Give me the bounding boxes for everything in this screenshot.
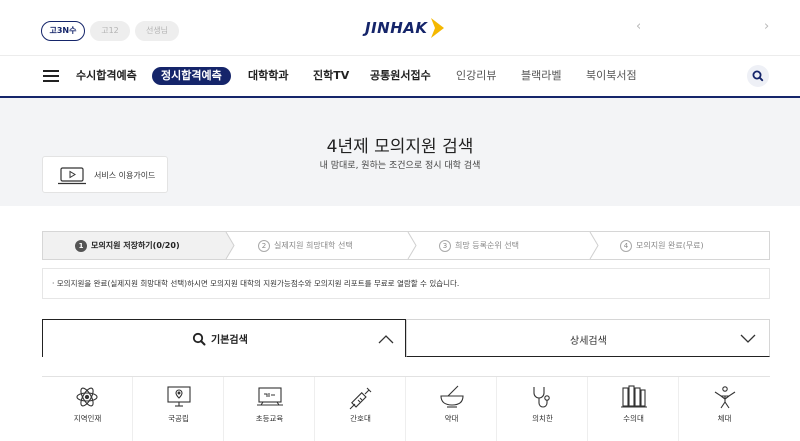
category-elementary-education[interactable]: 초등교육 bbox=[224, 377, 315, 441]
logo-text: JINHAK bbox=[365, 19, 428, 37]
category-physical-education[interactable]: 체대 bbox=[679, 377, 770, 441]
step-3: 3 희망 등록순위 선택 bbox=[439, 232, 519, 259]
step-2: 2 실제지원 희망대학 선택 bbox=[258, 232, 353, 259]
menu-jinhak-tv[interactable]: 진학TV bbox=[313, 67, 349, 85]
tab-detail-search[interactable]: 상세검색 bbox=[406, 319, 770, 357]
mortar-pestle-icon bbox=[440, 385, 464, 408]
tab-basic-search[interactable]: 기본검색 bbox=[42, 319, 406, 357]
blackboard-icon bbox=[257, 387, 283, 406]
tab-basic-label: 기본검색 bbox=[211, 335, 248, 346]
step-number: 3 bbox=[439, 239, 451, 252]
category-label: 국공립 bbox=[168, 414, 189, 423]
chevron-down-icon bbox=[740, 334, 756, 343]
category-veterinary[interactable]: 수의대 bbox=[588, 377, 679, 441]
service-guide-button[interactable]: 서비스 이용가이드 bbox=[42, 156, 168, 193]
category-national-public[interactable]: 국공립 bbox=[133, 377, 224, 441]
banner-next-arrow[interactable]: › bbox=[764, 19, 769, 34]
category-label: 초등교육 bbox=[255, 414, 284, 423]
banner-prev-arrow[interactable]: ‹ bbox=[636, 19, 641, 34]
step-1: 1 모의지원 저장하기(0/20) bbox=[43, 232, 226, 259]
tab-detail-label: 상세검색 bbox=[570, 336, 607, 347]
books-icon bbox=[621, 385, 647, 408]
menu-black-label[interactable]: 블랙라벨 bbox=[521, 67, 561, 85]
service-guide-label: 서비스 이용가이드 bbox=[94, 171, 156, 180]
progress-steps: 1 모의지원 저장하기(0/20) 2 실제지원 희망대학 선택 3 희망 등록… bbox=[42, 231, 770, 260]
menu-common-application[interactable]: 공통원서접수 bbox=[370, 67, 431, 85]
pill-grade12[interactable]: 고12 bbox=[90, 21, 130, 41]
step-label: 희망 등록순위 선택 bbox=[455, 241, 519, 250]
search-button[interactable] bbox=[747, 65, 769, 87]
category-label: 지역인재 bbox=[73, 414, 102, 423]
pill-grade3[interactable]: 고3N수 bbox=[41, 21, 85, 41]
monitor-pin-icon bbox=[167, 386, 191, 407]
stethoscope-icon bbox=[533, 387, 550, 408]
syringe-icon bbox=[349, 387, 372, 410]
jinhak-logo[interactable]: JINHAK bbox=[365, 16, 445, 40]
menu-lecture-review[interactable]: 인강리뷰 bbox=[456, 67, 496, 85]
main-navigation: 수시합격예측 정시합격예측 대학학과 진학TV 공통원서접수 인강리뷰 블랙라벨… bbox=[0, 56, 800, 98]
step-label: 실제지원 희망대학 선택 bbox=[274, 241, 353, 250]
category-label: 약대 bbox=[444, 414, 459, 423]
menu-susi-prediction[interactable]: 수시합격예측 bbox=[76, 67, 137, 85]
step-number: 1 bbox=[75, 239, 87, 252]
search-icon bbox=[192, 332, 206, 345]
step-chevron-icon bbox=[407, 232, 417, 259]
category-label: 체대 bbox=[717, 414, 732, 423]
notice-text: · 모의지원을 완료(실제지원 희망대학 선택)하시면 모의지원 대학의 지원가… bbox=[42, 268, 770, 299]
step-number: 4 bbox=[620, 239, 632, 252]
athlete-icon bbox=[714, 386, 736, 409]
logo-arrow-icon bbox=[430, 18, 444, 38]
step-chevron-icon bbox=[589, 232, 599, 259]
category-label: 간호대 bbox=[350, 414, 371, 423]
video-play-icon bbox=[58, 167, 86, 185]
category-medical-dental-oriental[interactable]: 의치한 bbox=[497, 377, 588, 441]
menu-university-major[interactable]: 대학학과 bbox=[248, 67, 288, 85]
menu-jeongsi-prediction[interactable]: 정시합격예측 bbox=[152, 67, 231, 85]
category-list: 지역인재 국공립 초등교육 간호대 약대 의치한 수의대 체대 bbox=[42, 376, 770, 441]
category-label: 수의대 bbox=[623, 414, 644, 423]
step-number: 2 bbox=[258, 239, 270, 252]
step-label: 모의지원 완료(무료) bbox=[636, 241, 704, 250]
step-label: 모의지원 저장하기(0/20) bbox=[91, 241, 180, 250]
step-chevron-icon bbox=[223, 232, 235, 259]
hero-banner: 4년제 모의지원 검색 내 맘대로, 원하는 조건으로 정시 대학 검색 서비스… bbox=[0, 98, 800, 206]
category-nursing[interactable]: 간호대 bbox=[315, 377, 406, 441]
chevron-up-icon bbox=[378, 335, 394, 344]
category-label: 의치한 bbox=[532, 414, 553, 423]
step-4: 4 모의지원 완료(무료) bbox=[620, 232, 704, 259]
pill-teacher[interactable]: 선생님 bbox=[135, 21, 179, 41]
menu-bookstore[interactable]: 북이북서점 bbox=[586, 67, 637, 85]
page-title: 4년제 모의지원 검색 bbox=[326, 137, 474, 157]
top-bar: 고3N수 고12 선생님 JINHAK ‹ › bbox=[0, 0, 800, 56]
search-icon bbox=[752, 70, 764, 82]
hamburger-menu-icon[interactable] bbox=[43, 70, 59, 83]
atom-icon bbox=[76, 387, 98, 407]
category-regional-talent[interactable]: 지역인재 bbox=[42, 377, 133, 441]
category-pharmacy[interactable]: 약대 bbox=[406, 377, 497, 441]
